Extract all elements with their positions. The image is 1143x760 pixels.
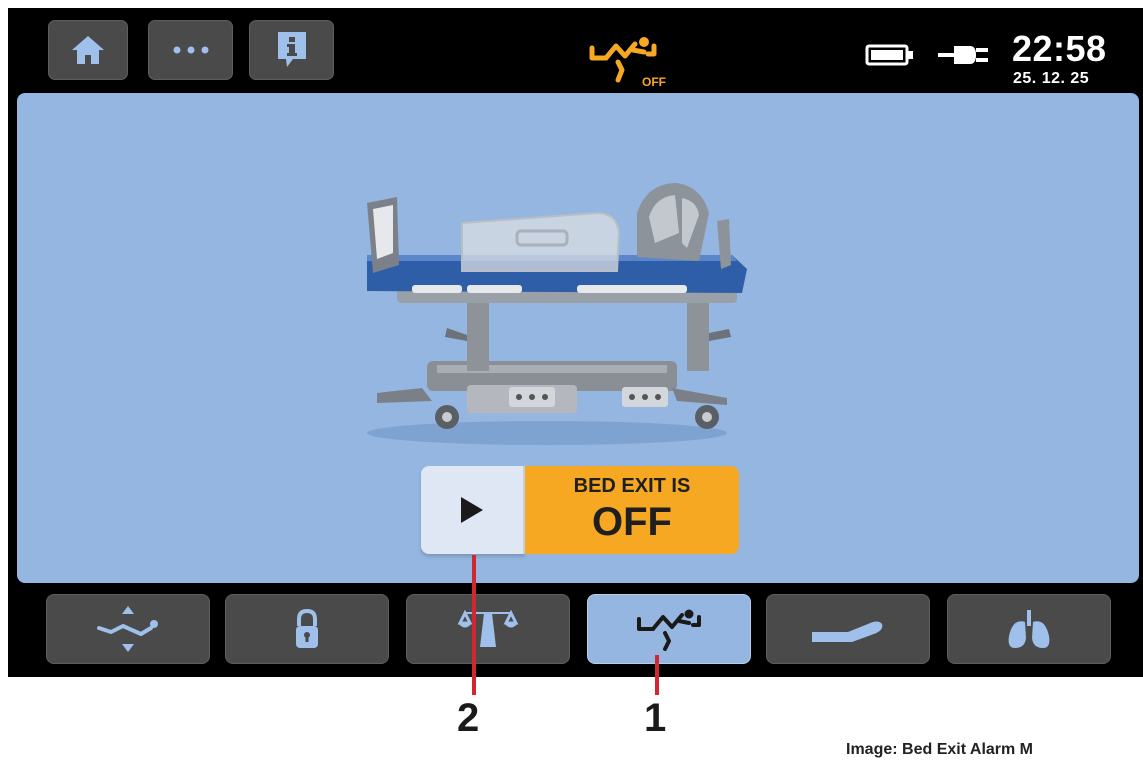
bed-height-icon	[97, 606, 158, 652]
hospital-bed-icon	[367, 183, 747, 445]
bed-exit-status-label: OFF	[642, 75, 666, 89]
nav-bed-height[interactable]	[46, 594, 210, 664]
nav-bed-position[interactable]	[766, 594, 930, 664]
callout-number-2: 2	[457, 696, 480, 740]
main-panel: BED EXIT IS OFF	[17, 93, 1139, 583]
battery-icon	[865, 44, 913, 66]
bed-exit-status-heading: BED EXIT IS	[573, 475, 691, 497]
plug-icon	[938, 46, 988, 64]
info-button[interactable]	[249, 20, 334, 80]
device-screen: OFF 22:58 25. 12. 25 BED EXIT IS OFF	[8, 8, 1143, 677]
nav-scale[interactable]	[406, 594, 570, 664]
callout-line-2	[472, 555, 476, 695]
info-icon	[277, 32, 306, 67]
bed-exit-icon	[637, 609, 701, 651]
home-button[interactable]	[48, 20, 128, 80]
bed-exit-status-value: OFF	[592, 500, 672, 544]
lungs-icon	[1008, 610, 1050, 648]
callout-line-1	[655, 655, 659, 695]
lock-icon	[296, 608, 318, 648]
more-button[interactable]	[148, 20, 233, 80]
figure-caption: Image: Bed Exit Alarm M	[846, 741, 1034, 758]
home-icon	[72, 36, 104, 64]
scale-icon	[457, 609, 519, 647]
callout-number-1: 1	[644, 696, 667, 740]
bed-exit-control: BED EXIT IS OFF	[421, 466, 739, 554]
nav-lock[interactable]	[225, 594, 389, 664]
play-icon	[461, 497, 483, 523]
bed-position-icon	[812, 621, 883, 642]
bed-exit-toggle-button[interactable]	[421, 466, 525, 554]
more-dots-icon	[173, 46, 208, 54]
nav-bed-exit[interactable]	[587, 594, 751, 664]
nav-respiratory[interactable]	[947, 594, 1111, 664]
bed-exit-status-box: BED EXIT IS OFF	[525, 466, 739, 554]
clock-time: 22:58	[1012, 28, 1107, 69]
clock-date: 25. 12. 25	[1013, 70, 1090, 87]
